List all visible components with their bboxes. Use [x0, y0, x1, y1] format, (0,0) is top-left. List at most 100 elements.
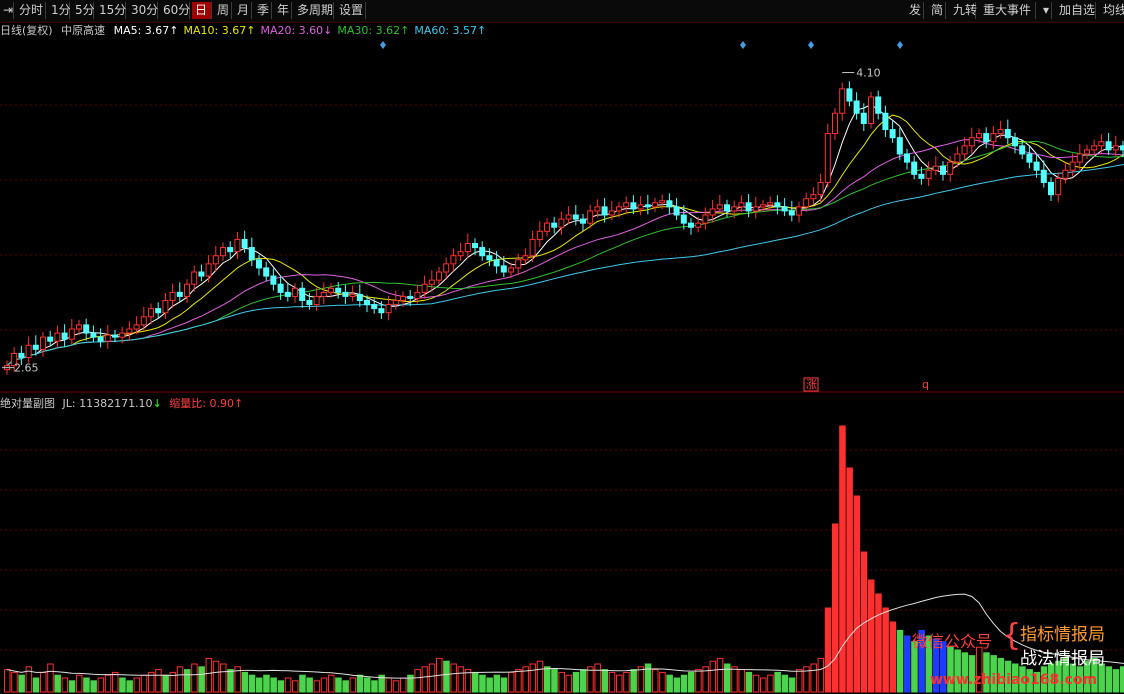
candle-body-10 [76, 324, 82, 330]
candle-body-97 [702, 214, 709, 224]
candle-body-78 [565, 214, 572, 220]
volume-bar-57 [414, 669, 421, 693]
candle-body-98 [709, 208, 716, 216]
candle-body-110 [796, 206, 802, 216]
volume-bar-6 [47, 663, 54, 693]
candle-body-147 [1062, 169, 1069, 179]
volume-bar-10 [76, 674, 83, 693]
candle-body-91 [659, 200, 666, 204]
candle-body-144 [1040, 169, 1047, 183]
volume-bar-107 [774, 671, 781, 693]
candle-body-120 [868, 96, 874, 124]
ma-line-MA10 [6, 114, 1124, 366]
candle-body-53 [385, 304, 392, 314]
volume-bar-66 [479, 674, 486, 693]
volume-bar-15 [112, 671, 119, 693]
candle-body-83 [601, 206, 608, 216]
volume-bar-38 [277, 680, 285, 693]
candle-body-145 [1048, 181, 1054, 196]
volume-bar-29 [212, 660, 220, 693]
candle-body-106 [767, 202, 774, 206]
volume-bar-116 [839, 425, 846, 693]
candle-body-38 [277, 283, 284, 293]
candle-body-30 [220, 247, 226, 257]
event-diamond-0 [380, 41, 386, 49]
candle-body-19 [140, 316, 147, 326]
volume-bar-113 [817, 657, 825, 693]
volume-bar-33 [241, 671, 249, 693]
candle-body-99 [716, 204, 723, 210]
candle-body-132 [954, 153, 961, 163]
candle-body-103 [745, 202, 752, 212]
watermark-url: www.zhibiao168.com [930, 672, 1098, 688]
candle-body-114 [824, 133, 831, 183]
candle-body-113 [817, 181, 824, 196]
volume-bar-73 [529, 663, 537, 693]
candle-body-20 [148, 308, 154, 318]
candle-body-65 [472, 243, 478, 249]
candle-body-23 [169, 291, 176, 301]
low-marker-label: 2.65 [14, 362, 39, 375]
volume-bar-118 [853, 495, 861, 693]
volume-bar-22 [162, 674, 169, 693]
candle-body-95 [688, 222, 694, 228]
candle-body-121 [875, 96, 882, 114]
candle-body-13 [97, 336, 104, 342]
volume-bar-63 [457, 666, 465, 693]
volume-bar-103 [745, 671, 753, 693]
volume-bar-91 [659, 671, 666, 693]
volume-bar-1 [11, 671, 18, 693]
event-diamond-1 [740, 41, 746, 49]
candle-body-141 [1019, 145, 1026, 155]
candle-body-5 [40, 336, 46, 350]
candle-body-143 [1033, 161, 1040, 171]
volume-bar-85 [616, 674, 623, 693]
candle-body-134 [968, 137, 975, 147]
volume-bar-98 [709, 660, 717, 693]
candle-body-29 [212, 255, 219, 265]
candle-body-35 [256, 259, 262, 269]
volume-bar-27 [198, 666, 205, 693]
volume-bar-14 [104, 674, 112, 693]
volume-bar-41 [299, 674, 306, 693]
candle-body-7 [54, 332, 61, 342]
candle-body-54 [392, 299, 399, 306]
volume-bar-17 [126, 680, 133, 693]
volume-bar-70 [508, 671, 515, 693]
candlestick-chart[interactable]: 4.10 2.65 涨 q [0, 0, 1124, 694]
volume-bar-36 [263, 674, 270, 693]
candle-body-48 [349, 293, 356, 297]
volume-bar-53 [385, 677, 393, 693]
candle-body-89 [644, 204, 651, 208]
volume-bar-0 [4, 669, 11, 693]
candle-body-118 [853, 100, 860, 114]
candle-body-25 [184, 283, 190, 297]
candle-body-46 [335, 287, 342, 293]
candle-body-37 [270, 275, 277, 285]
candle-body-27 [198, 271, 205, 277]
shrink-ratio: 缩量比: 0.90↑ [169, 397, 244, 410]
candle-body-130 [940, 165, 946, 175]
volume-bar-110 [796, 669, 803, 693]
candle-body-11 [83, 324, 90, 334]
volume-bar-104 [752, 674, 760, 693]
volume-bar-26 [191, 663, 198, 693]
volume-bar-50 [364, 677, 371, 693]
candle-body-52 [378, 308, 385, 314]
candle-body-111 [803, 198, 810, 208]
volume-bar-86 [623, 671, 630, 693]
volume-bar-4 [32, 677, 40, 693]
candle-body-47 [342, 291, 349, 297]
candle-body-55 [400, 295, 406, 301]
candle-body-12 [90, 332, 97, 338]
candle-body-88 [637, 204, 644, 210]
volume-bar-122 [882, 607, 889, 693]
volume-bar-153 [1105, 666, 1113, 693]
volume-bar-59 [428, 663, 436, 693]
volume-bar-74 [536, 660, 544, 693]
volume-bar-25 [184, 669, 191, 693]
volume-bar-93 [673, 677, 681, 693]
volume-bar-112 [810, 663, 817, 693]
candle-body-8 [61, 332, 68, 340]
volume-bar-37 [270, 677, 277, 693]
